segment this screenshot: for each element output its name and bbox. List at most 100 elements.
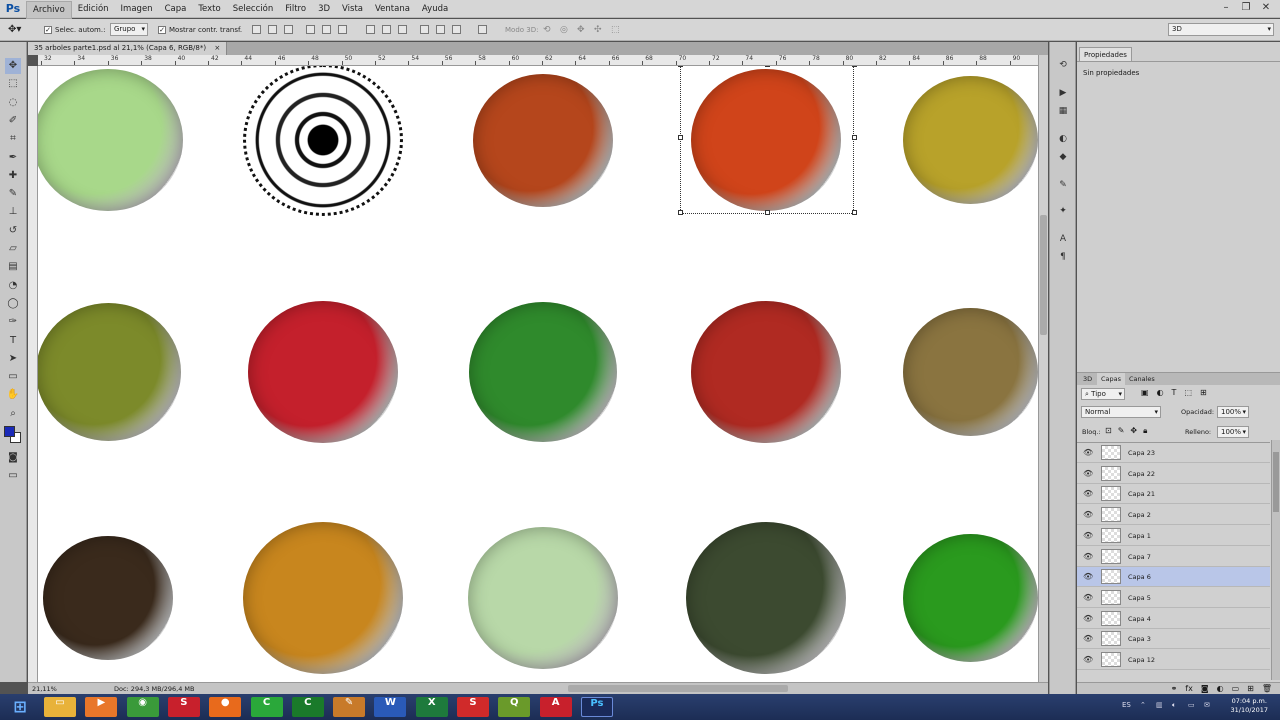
tab-3d[interactable]: 3D	[1079, 373, 1096, 385]
layer-row[interactable]: 👁︎ Capa 23	[1077, 443, 1270, 463]
menu-item-6[interactable]: Filtro	[279, 0, 312, 19]
document-tab[interactable]: 35 arboles parte1.psd al 21,1% (Capa 6, …	[28, 42, 228, 55]
sketchup-layout-icon[interactable]: S	[457, 697, 489, 717]
transform-handle[interactable]	[765, 66, 770, 67]
restore-button[interactable]: ❐	[1236, 0, 1256, 16]
chrome-icon[interactable]: ◉	[126, 697, 159, 717]
menu-item-7[interactable]: 3D	[312, 0, 336, 19]
autocad-icon[interactable]: A	[539, 697, 572, 717]
tree-1-4[interactable]	[902, 307, 1038, 437]
layers-scrollbar[interactable]	[1271, 440, 1280, 680]
swatches-icon[interactable]: ▦	[1056, 104, 1070, 118]
tree-2-4[interactable]	[902, 533, 1038, 663]
canvas-vertical-scrollbar[interactable]	[1038, 55, 1048, 682]
distribute-vcenter-icon[interactable]	[382, 25, 391, 34]
blend-mode-dropdown[interactable]: Normal	[1081, 406, 1161, 418]
layer-row[interactable]: 👁︎ Capa 7	[1077, 547, 1270, 567]
photoshop-icon[interactable]: Ps	[580, 697, 613, 717]
shape-filter-icon[interactable]: ⬚	[1184, 388, 1192, 397]
distribute-right-icon[interactable]	[452, 25, 461, 34]
sketchup-icon[interactable]: S	[167, 697, 200, 717]
workspace-dropdown[interactable]: 3D	[1168, 23, 1274, 36]
visibility-eye-icon[interactable]: 👁︎	[1083, 593, 1093, 602]
styles-icon[interactable]: ◆	[1056, 150, 1070, 164]
brush-presets-icon[interactable]: ✎	[1056, 178, 1070, 192]
type-filter-icon[interactable]: T	[1172, 388, 1177, 397]
network-icon[interactable]: ▥	[1156, 701, 1163, 709]
file-explorer-icon[interactable]: ▭	[44, 697, 76, 717]
tree-0-0[interactable]	[38, 68, 183, 212]
adjustments-icon[interactable]: ◐	[1056, 132, 1070, 146]
history-icon[interactable]: ⟲	[1056, 58, 1070, 72]
pixel-filter-icon[interactable]: ▣	[1141, 388, 1149, 397]
eraser-tool-icon[interactable]: ▱	[5, 241, 21, 257]
quick-mask-icon[interactable]: ◙	[5, 450, 21, 466]
tree-0-4[interactable]	[902, 75, 1038, 205]
align-right-icon[interactable]	[338, 25, 347, 34]
layer-row[interactable]: 👁︎ Capa 4	[1077, 609, 1270, 629]
shape-tool-icon[interactable]: ▭	[5, 369, 21, 385]
transform-handle[interactable]	[852, 66, 857, 67]
layer-row[interactable]: 👁︎ Capa 5	[1077, 588, 1270, 608]
quick-select-tool-icon[interactable]: ✐	[5, 113, 21, 129]
screen-mode-icon[interactable]: ▭	[5, 468, 21, 484]
tool-icon[interactable]: ✎	[333, 697, 366, 717]
visibility-eye-icon[interactable]: 👁︎	[1083, 510, 1093, 519]
close-tab-icon[interactable]: ×	[214, 44, 220, 52]
canvas-horizontal-scrollbar[interactable]	[568, 685, 788, 692]
scroll-thumb[interactable]	[1040, 215, 1047, 335]
tree-2-1[interactable]	[243, 522, 403, 674]
tree-0-1[interactable]	[243, 66, 403, 216]
tree-1-3[interactable]	[691, 300, 841, 444]
windows-start-icon[interactable]: ⊞	[4, 697, 36, 717]
healing-brush-icon[interactable]: ✚	[5, 168, 21, 184]
layer-row[interactable]: 👁︎ Capa 1	[1077, 526, 1270, 546]
fill-field[interactable]: 100%	[1217, 426, 1249, 438]
hand-tool-icon[interactable]: ✋	[5, 387, 21, 403]
menu-item-1[interactable]: Edición	[72, 0, 115, 19]
excel-icon[interactable]: X	[415, 697, 448, 717]
volume-icon[interactable]: 🔈︎	[1172, 701, 1176, 710]
layers-scroll-thumb[interactable]	[1273, 452, 1279, 512]
firefox-icon[interactable]: ●	[209, 697, 242, 717]
clone-source-icon[interactable]: ✦	[1056, 204, 1070, 218]
align-vcenter-icon[interactable]	[268, 25, 277, 34]
layer-row[interactable]: 👁︎ Capa 22	[1077, 464, 1270, 484]
visibility-eye-icon[interactable]: 👁︎	[1083, 552, 1093, 561]
menu-item-4[interactable]: Texto	[192, 0, 226, 19]
adjustment-filter-icon[interactable]: ◐	[1157, 388, 1164, 397]
tray-chevron-icon[interactable]: ⌃	[1140, 701, 1146, 709]
layer-row[interactable]: 👁︎ Capa 2	[1077, 505, 1270, 526]
visibility-eye-icon[interactable]: 👁︎	[1083, 655, 1093, 664]
transform-handle[interactable]	[765, 210, 770, 215]
zoom-level[interactable]: 21,11%	[32, 685, 57, 693]
language-indicator[interactable]: ES	[1122, 701, 1131, 709]
layer-row[interactable]: 👁︎ Capa 6	[1077, 567, 1270, 588]
show-transform-checkbox[interactable]: ✓ Mostrar contr. transf.	[158, 23, 242, 37]
auto-select-checkbox[interactable]: ✓ Selec. autom.:	[44, 23, 105, 37]
word-icon[interactable]: W	[374, 697, 407, 717]
transform-handle[interactable]	[678, 66, 683, 67]
distribute-top-icon[interactable]	[366, 25, 375, 34]
actions-icon[interactable]: ▶	[1056, 86, 1070, 100]
properties-tab[interactable]: Propiedades	[1079, 47, 1132, 61]
menu-item-5[interactable]: Selección	[227, 0, 280, 19]
foreground-color-swatch[interactable]	[4, 426, 15, 437]
marquee-tool-icon[interactable]: ⬚	[5, 76, 21, 92]
menu-item-10[interactable]: Ayuda	[416, 0, 454, 19]
menu-item-2[interactable]: Imagen	[115, 0, 159, 19]
tree-1-0[interactable]	[38, 303, 181, 441]
transform-handle[interactable]	[678, 210, 683, 215]
auto-align-icon[interactable]	[478, 25, 487, 34]
auto-select-dropdown[interactable]: Grupo	[110, 23, 148, 36]
visibility-eye-icon[interactable]: 👁︎	[1083, 489, 1093, 498]
gradient-tool-icon[interactable]: ▤	[5, 259, 21, 275]
layer-row[interactable]: 👁︎ Capa 12	[1077, 650, 1270, 670]
distribute-hcenter-icon[interactable]	[436, 25, 445, 34]
system-clock[interactable]: 07:04 p.m. 31/10/2017	[1231, 697, 1268, 715]
visibility-eye-icon[interactable]: 👁︎	[1083, 531, 1093, 540]
blur-tool-icon[interactable]: ◔	[5, 278, 21, 294]
visibility-eye-icon[interactable]: 👁︎	[1083, 572, 1093, 581]
tree-2-3[interactable]	[686, 522, 846, 674]
visibility-eye-icon[interactable]: 👁︎	[1083, 634, 1093, 643]
